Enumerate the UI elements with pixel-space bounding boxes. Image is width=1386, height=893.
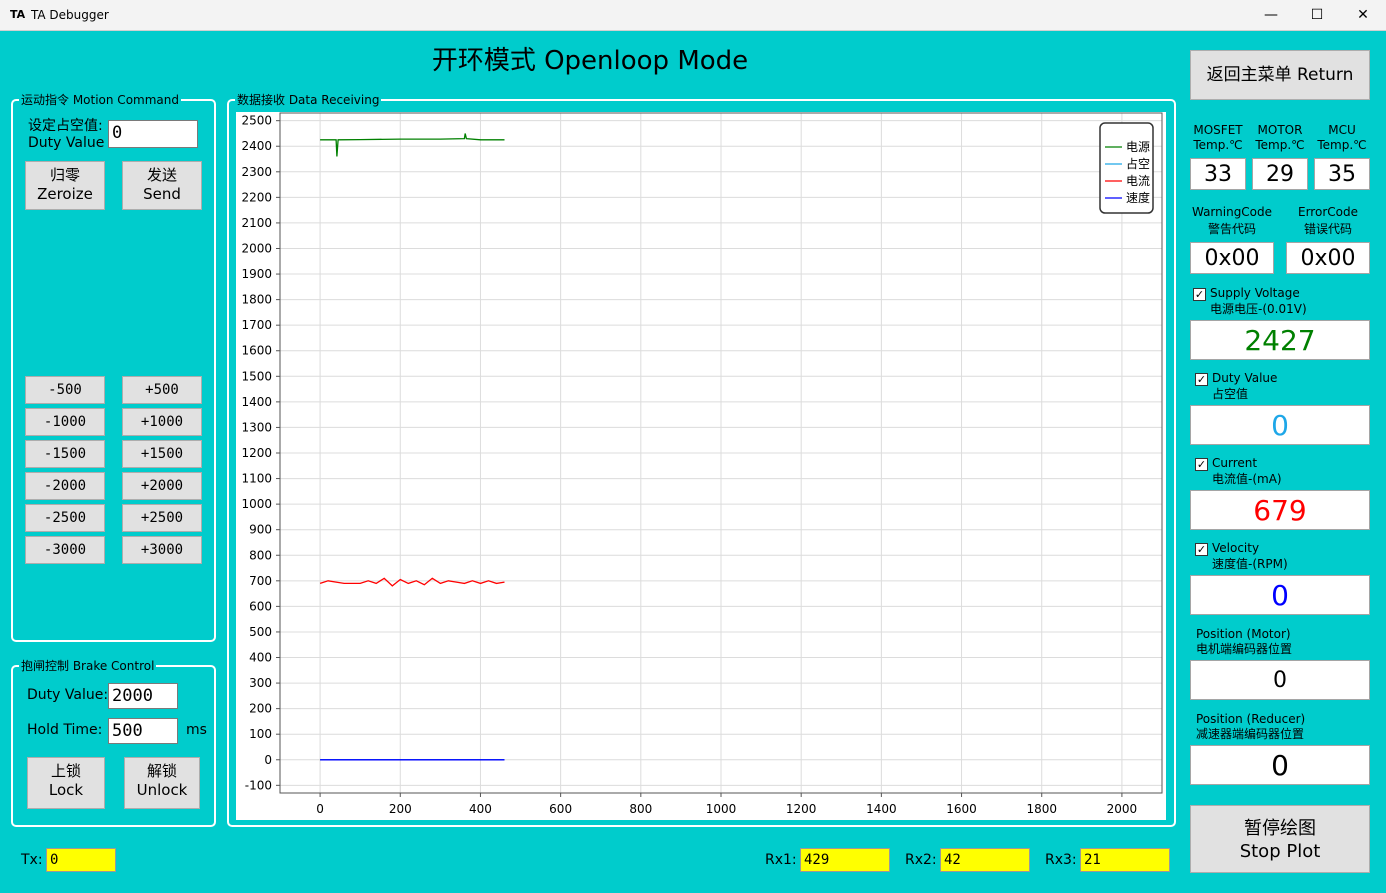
step-minus-500-button[interactable]: -500 [25,376,105,404]
mcu-temp-value: 35 [1314,158,1370,190]
rx1-label: Rx1: [765,852,797,868]
position-reducer-label-cn: 减速器端编码器位置 [1196,727,1305,741]
duty-value-checkbox[interactable]: ✓ [1195,373,1208,386]
hold-time-label: Hold Time: [27,722,103,738]
rx2-label: Rx2: [905,852,937,868]
step-minus-1500-button[interactable]: -1500 [25,440,105,468]
unlock-label-cn: 解锁 [146,762,177,780]
step-plus-500-button[interactable]: +500 [122,376,202,404]
window-title: TA Debugger [31,8,109,22]
tx-label: Tx: [21,852,43,868]
velocity-checkbox[interactable]: ✓ [1195,543,1208,556]
app-icon: TA [10,8,26,21]
step-plus-2000-button[interactable]: +2000 [122,472,202,500]
hold-time-unit: ms [186,722,207,738]
page-title: 开环模式 Openloop Mode [431,46,749,76]
send-button[interactable]: 发送 Send [122,161,202,210]
rx2-value: 42 [940,848,1030,872]
mosfet-temp-value: 33 [1190,158,1246,190]
step-minus-3000-button[interactable]: -3000 [25,536,105,564]
current-value: 679 [1190,490,1370,530]
zeroize-button[interactable]: 归零 Zeroize [25,161,105,210]
supply-voltage-checkbox[interactable]: ✓ [1193,288,1206,301]
motor-label: MOTOR [1257,123,1303,137]
current-label-cn: 电流值-(mA) [1212,472,1282,486]
motor-temp-value: 29 [1252,158,1308,190]
zeroize-label-en: Zeroize [37,185,93,203]
tx-value: 0 [46,848,116,872]
warning-code-value: 0x00 [1190,242,1274,274]
duty-value-label-en: Duty Value [28,135,105,151]
position-reducer-value: 0 [1190,745,1370,785]
brake-duty-input[interactable]: 2000 [108,683,178,709]
step-minus-2500-button[interactable]: -2500 [25,504,105,532]
lock-label-en: Lock [48,781,84,799]
step-plus-1500-button[interactable]: +1500 [122,440,202,468]
duty-value-label-cn: 设定占空值: [28,118,103,134]
unlock-label-en: Unlock [136,781,188,799]
error-code-value: 0x00 [1286,242,1370,274]
step-minus-1000-button[interactable]: -1000 [25,408,105,436]
position-motor-label: Position (Motor) [1196,627,1291,641]
error-code-label-cn: 错误代码 [1303,222,1352,236]
unlock-button[interactable]: 解锁 Unlock [124,757,200,809]
supply-voltage-label-cn: 电源电压-(0.01V) [1210,302,1307,316]
rx3-value: 21 [1080,848,1170,872]
duty-value-input[interactable]: 0 [108,120,198,148]
send-label-en: Send [143,185,181,203]
step-plus-1000-button[interactable]: +1000 [122,408,202,436]
position-motor-label-cn: 电机端编码器位置 [1196,642,1293,656]
brake-control-legend: 抱闸控制 Brake Control [19,658,157,674]
brake-duty-label: Duty Value: [27,687,109,703]
stop-plot-button[interactable]: 暂停绘图 Stop Plot [1190,805,1370,873]
zeroize-label-cn: 归零 [49,166,80,184]
data-receiving-legend: 数据接收 Data Receiving [235,92,382,108]
position-motor-value: 0 [1190,660,1370,700]
mcu-label: MCU [1328,123,1356,137]
position-reducer-label: Position (Reducer) [1196,712,1306,726]
stop-plot-label-cn: 暂停绘图 [1244,818,1316,839]
duty-value-status-label-cn: 占空值 [1212,387,1249,401]
hold-time-input[interactable]: 500 [108,718,178,744]
warning-code-label-cn: 警告代码 [1207,222,1256,236]
duty-value-status: 0 [1190,405,1370,445]
mcu-temp-label: Temp.℃ [1317,138,1367,152]
rx3-label: Rx3: [1045,852,1077,868]
close-button[interactable]: ✕ [1340,0,1386,30]
maximize-button[interactable]: ☐ [1294,0,1340,30]
rx1-value: 429 [800,848,890,872]
step-minus-2000-button[interactable]: -2000 [25,472,105,500]
return-button[interactable]: 返回主菜单 Return [1190,50,1370,100]
lock-label-cn: 上锁 [50,762,81,780]
velocity-value: 0 [1190,575,1370,615]
motor-temp-label: Temp.℃ [1255,138,1305,152]
velocity-label-cn: 速度值-(RPM) [1212,557,1288,571]
motion-command-legend: 运动指令 Motion Command [19,92,181,108]
minimize-button[interactable]: — [1248,0,1294,30]
lock-button[interactable]: 上锁 Lock [27,757,105,809]
mosfet-label: MOSFET [1193,123,1243,137]
supply-voltage-value: 2427 [1190,320,1370,360]
plot-background [236,112,1166,820]
current-label: Current [1212,456,1258,470]
duty-value-status-label: Duty Value [1212,371,1278,385]
error-code-label: ErrorCode [1298,205,1358,219]
current-checkbox[interactable]: ✓ [1195,458,1208,471]
step-plus-3000-button[interactable]: +3000 [122,536,202,564]
velocity-label: Velocity [1212,541,1260,555]
send-label-cn: 发送 [146,166,177,184]
title-bar: TA TA Debugger — ☐ ✕ [0,0,1386,31]
warning-code-label: WarningCode [1191,205,1273,219]
mosfet-temp-label: Temp.℃ [1193,138,1243,152]
supply-voltage-label: Supply Voltage [1210,286,1300,300]
stop-plot-label-en: Stop Plot [1239,841,1321,862]
step-plus-2500-button[interactable]: +2500 [122,504,202,532]
